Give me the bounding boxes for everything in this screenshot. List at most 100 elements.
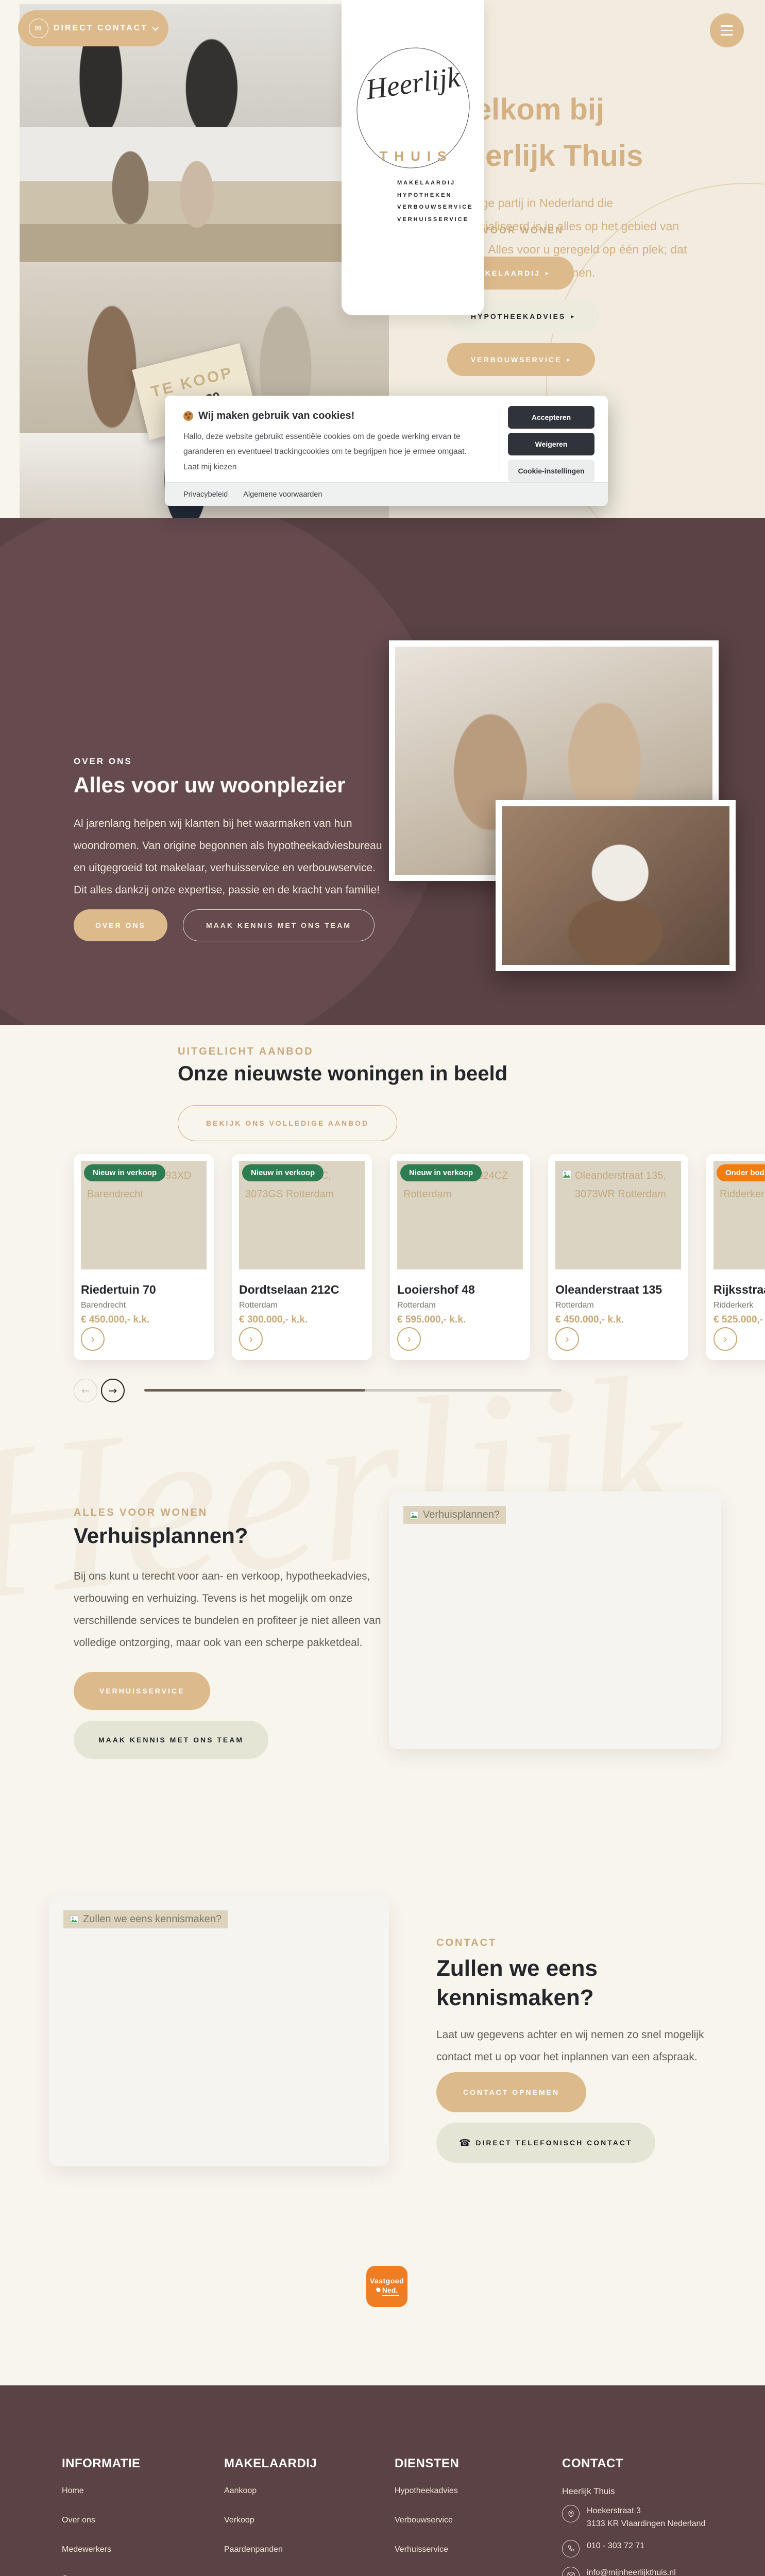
- footer-column-diensten: DIENSTEN Hypotheekadvies Verbouwservice …: [395, 2456, 459, 2574]
- logo-service: VERHUISSERVICE: [397, 214, 473, 226]
- property-price: € 595.000,- k.k.: [397, 1314, 523, 1326]
- phone-icon: [562, 2540, 580, 2557]
- footer-link-paardenpanden[interactable]: Paardenpanden: [224, 2545, 317, 2554]
- over-ons-button[interactable]: OVER ONS: [74, 909, 167, 941]
- property-title: Oleanderstraat 135: [555, 1283, 681, 1297]
- footer-column-title: MAKELAARDIJ: [224, 2456, 317, 2471]
- property-image-alt-text: Oleanderstraat 135, 3073WR Rotterdam: [555, 1161, 681, 1209]
- partner-line2: Ned.: [376, 2286, 398, 2294]
- footer-email-row[interactable]: info@mijnheerlijkthuis.nl: [562, 2567, 705, 2576]
- terms-link[interactable]: Algemene voorwaarden: [243, 490, 322, 499]
- heerlijk-thuis-homepage: TE KOOP 0181-20 ✉ DIRECT CONTACT Heerlij…: [0, 0, 765, 2576]
- cookie-banner: Wij maken gebruik van cookies! Hallo, de…: [165, 396, 608, 506]
- property-image-placeholder: Dordtselaan 212C, 3073GS Rotterdam Nieuw…: [239, 1161, 365, 1269]
- logo-name: THUIS: [342, 148, 484, 164]
- contact-image-card: Zullen we eens kennismaken?: [49, 1896, 389, 2166]
- moving-image-alt: Verhuisplannen?: [423, 1509, 500, 1521]
- cookie-accept-button[interactable]: Accepteren: [508, 406, 594, 429]
- property-detail-button[interactable]: ›: [713, 1327, 737, 1351]
- footer-link-medewerkers[interactable]: Medewerkers: [62, 2545, 141, 2554]
- envelope-icon: ✉: [29, 19, 48, 38]
- property-card[interactable]: Riedertuin 70, 2993XD Barendrecht Nieuw …: [74, 1154, 214, 1360]
- property-city: Ridderkerk: [713, 1301, 765, 1310]
- arrow-right-icon: ▸: [546, 269, 550, 277]
- footer: INFORMATIE Home Over ons Medewerkers Con…: [0, 2385, 765, 2576]
- direct-contact-button[interactable]: ✉ DIRECT CONTACT: [18, 10, 168, 46]
- logo-services-list: MAKELAARDIJ HYPOTHEKEN VERBOUWSERVICE VE…: [397, 177, 473, 226]
- carousel-next-button[interactable]: →: [101, 1379, 125, 1402]
- privacy-policy-link[interactable]: Privacybeleid: [183, 490, 228, 499]
- carousel-progress-bar[interactable]: [144, 1389, 562, 1392]
- property-image-placeholder: Riedertuin 70, 2993XD Barendrecht Nieuw …: [81, 1161, 207, 1269]
- footer-link-verbouwservice[interactable]: Verbouwservice: [395, 2516, 459, 2525]
- property-detail-button[interactable]: ›: [397, 1327, 421, 1351]
- moving-title: Verhuisplannen?: [74, 1523, 248, 1548]
- moving-paragraph: Bij ons kunt u terecht voor aan- en verk…: [74, 1565, 383, 1654]
- netherlands-map-icon: [376, 2287, 381, 2292]
- footer-phone-row[interactable]: 010 - 303 72 71: [562, 2540, 705, 2557]
- house-model-photo-frame: [496, 800, 736, 971]
- chevron-right-icon: ›: [565, 1332, 569, 1346]
- footer-link-over-ons[interactable]: Over ons: [62, 2516, 141, 2525]
- property-card[interactable]: Dordtselaan 212C, 3073GS Rotterdam Nieuw…: [232, 1154, 372, 1360]
- verhuisservice-button[interactable]: VERHUISSERVICE: [74, 1672, 210, 1710]
- moving-label: ALLES VOOR WONEN: [74, 1507, 208, 1519]
- view-all-listings-button[interactable]: BEKIJK ONS VOLLEDIGE AANBOD: [178, 1105, 397, 1141]
- team-button[interactable]: MAAK KENNIS MET ONS TEAM: [183, 909, 375, 941]
- property-title: Dordtselaan 212C: [239, 1283, 365, 1297]
- verbouwservice-button[interactable]: VERBOUWSERVICE ▸: [447, 343, 595, 376]
- footer-address: Hoekerstraat 3 3133 KR Vlaardingen Neder…: [587, 2505, 705, 2531]
- property-card[interactable]: Looiershof 48, 3024CZ Rotterdam Nieuw in…: [390, 1154, 530, 1360]
- footer-link-home[interactable]: Home: [62, 2486, 141, 2496]
- about-paragraph: Al jarenlang helpen wij klanten bij het …: [74, 812, 388, 901]
- arrow-right-icon: →: [109, 1384, 117, 1397]
- status-badge: Nieuw in verkoop: [242, 1164, 324, 1181]
- contact-image-alt: Zullen we eens kennismaken?: [83, 1913, 222, 1925]
- logo-service: VERBOUWSERVICE: [397, 201, 473, 214]
- menu-hamburger-button[interactable]: [710, 13, 744, 47]
- footer-link-verkoop[interactable]: Verkoop: [224, 2516, 317, 2525]
- arrow-right-icon: ▸: [567, 356, 571, 363]
- property-city: Rotterdam: [555, 1301, 681, 1310]
- cookie-decline-button[interactable]: Weigeren: [508, 433, 594, 455]
- property-card[interactable]: Rijksstraatweg, Ridderkerk Onder bod Rij…: [706, 1154, 765, 1360]
- footer-link-hypotheekadvies[interactable]: Hypotheekadvies: [395, 2486, 459, 2496]
- property-detail-button[interactable]: ›: [239, 1327, 263, 1351]
- logo-card[interactable]: Heerlijk THUIS MAKELAARDIJ HYPOTHEKEN VE…: [342, 0, 484, 315]
- property-detail-button[interactable]: ›: [555, 1327, 579, 1351]
- footer-column-makelaardij: MAKELAARDIJ Aankoop Verkoop Paardenpande…: [224, 2456, 317, 2574]
- broken-image-icon: [562, 1170, 572, 1180]
- photo-advice-meeting: [20, 127, 389, 262]
- direct-contact-label: DIRECT CONTACT: [54, 24, 148, 33]
- footer-column-title: DIENSTEN: [395, 2456, 459, 2471]
- vastgoedned-badge[interactable]: Vastgoed Ned.: [366, 2266, 407, 2307]
- status-badge: Nieuw in verkoop: [84, 1164, 165, 1181]
- property-detail-button[interactable]: ›: [81, 1327, 105, 1351]
- contact-opnemen-button[interactable]: CONTACT OPNEMEN: [436, 2072, 586, 2112]
- cookie-banner-title: Wij maken gebruik van cookies!: [183, 410, 354, 422]
- status-badge: Nieuw in verkoop: [400, 1164, 482, 1181]
- property-title: Riedertuin 70: [81, 1283, 207, 1297]
- footer-link-aankoop[interactable]: Aankoop: [224, 2486, 317, 2496]
- chevron-down-icon: [152, 24, 159, 31]
- footer-column-title: INFORMATIE: [62, 2456, 141, 2471]
- broken-image-chip: Zullen we eens kennismaken?: [63, 1910, 228, 1928]
- about-circle-decoration: [0, 518, 448, 1025]
- phone-icon: ☎: [459, 2138, 470, 2148]
- team-button[interactable]: MAAK KENNIS MET ONS TEAM: [74, 1721, 268, 1759]
- property-card[interactable]: Oleanderstraat 135, 3073WR Rotterdam Ole…: [548, 1154, 688, 1360]
- cookie-settings-button[interactable]: Cookie-instellingen: [508, 460, 594, 482]
- cookie-choose-link[interactable]: Laat mij kiezen: [183, 460, 485, 475]
- footer-link-verhuisservice[interactable]: Verhuisservice: [395, 2545, 459, 2554]
- carousel-prev-button[interactable]: ←: [74, 1379, 97, 1402]
- property-image-placeholder: Oleanderstraat 135, 3073WR Rotterdam: [555, 1161, 681, 1269]
- cookie-banner-text: Hallo, deze website gebruikt essentiële …: [183, 430, 485, 475]
- direct-phone-contact-button[interactable]: ☎ DIRECT TELEFONISCH CONTACT: [436, 2123, 655, 2163]
- footer-company-name: Heerlijk Thuis: [562, 2486, 705, 2497]
- property-title: Looiershof 48: [397, 1283, 523, 1297]
- location-pin-icon: [562, 2505, 580, 2522]
- property-price: € 450.000,- k.k.: [555, 1314, 681, 1326]
- footer-email: info@mijnheerlijkthuis.nl: [587, 2567, 676, 2576]
- footer-column-contact: CONTACT Heerlijk Thuis Hoekerstraat 3 31…: [562, 2456, 705, 2576]
- property-city: Rotterdam: [397, 1301, 523, 1310]
